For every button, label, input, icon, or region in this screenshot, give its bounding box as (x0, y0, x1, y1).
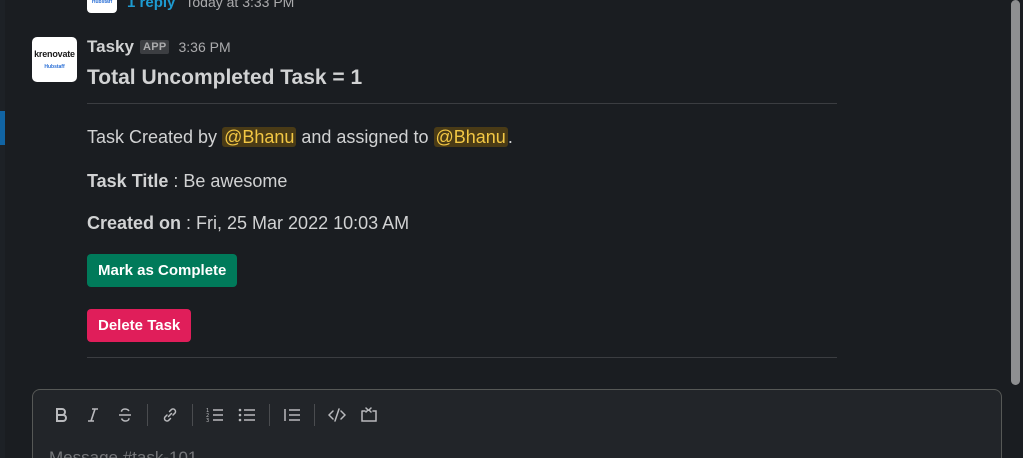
unread-indicator (0, 111, 5, 145)
composer-input[interactable]: Message #task-101 (49, 448, 197, 458)
strikethrough-icon[interactable] (109, 401, 141, 429)
divider (87, 103, 837, 104)
left-rail (0, 0, 5, 458)
toolbar-separator (147, 404, 148, 426)
sender-name[interactable]: Tasky (87, 37, 134, 57)
toolbar-separator (269, 404, 270, 426)
scrollbar[interactable] (1011, 0, 1020, 385)
thread-summary[interactable]: Hubstaff 1 reply Today at 3:33 PM (87, 0, 294, 14)
app-badge: APP (139, 40, 170, 54)
code-block-icon[interactable] (353, 401, 385, 429)
ordered-list-icon[interactable]: 123 (199, 401, 231, 429)
blockquote-icon[interactable] (276, 401, 308, 429)
thread-avatar: Hubstaff (87, 0, 117, 13)
delete-task-button[interactable]: Delete Task (87, 309, 192, 342)
created-prefix: Task Created by (87, 127, 223, 147)
italic-icon[interactable] (77, 401, 109, 429)
task-title-line: Task Title : Be awesome (87, 171, 287, 192)
toolbar-separator (192, 404, 193, 426)
svg-text:3: 3 (206, 418, 209, 423)
task-created-line: Task Created by @Bhanu and assigned to @… (87, 127, 513, 148)
created-on-line: Created on : Fri, 25 Mar 2022 10:03 AM (87, 213, 409, 234)
avatar[interactable]: krenovate Hubstaff (32, 37, 77, 82)
message-heading: Total Uncompleted Task = 1 (87, 66, 363, 89)
sentence-period: . (507, 127, 513, 147)
formatting-toolbar: 123 (45, 400, 385, 430)
avatar-brand-name: krenovate (34, 49, 75, 59)
bulleted-list-icon[interactable] (231, 401, 263, 429)
created-on-label: Created on (87, 213, 182, 233)
thread-last-reply-time: Today at 3:33 PM (185, 0, 295, 10)
task-title-value: : Be awesome (168, 171, 288, 191)
assigned-text: and assigned to (296, 127, 434, 147)
message-header: Tasky APP 3:36 PM (87, 36, 231, 58)
task-title-label: Task Title (87, 171, 169, 191)
assignee-mention[interactable]: @Bhanu (433, 127, 508, 147)
code-icon[interactable] (321, 401, 353, 429)
divider (87, 357, 837, 358)
mark-complete-button[interactable]: Mark as Complete (87, 254, 238, 287)
reply-count-link[interactable]: 1 reply (127, 0, 175, 11)
message-timestamp[interactable]: 3:36 PM (178, 39, 230, 55)
link-icon[interactable] (154, 401, 186, 429)
creator-mention[interactable]: @Bhanu (222, 127, 297, 147)
toolbar-separator (314, 404, 315, 426)
created-on-value: : Fri, 25 Mar 2022 10:03 AM (181, 213, 410, 233)
avatar-brand-sub: Hubstaff (44, 64, 65, 70)
message-composer[interactable]: 123 Message #task-101 (32, 389, 1002, 458)
bold-icon[interactable] (45, 401, 77, 429)
